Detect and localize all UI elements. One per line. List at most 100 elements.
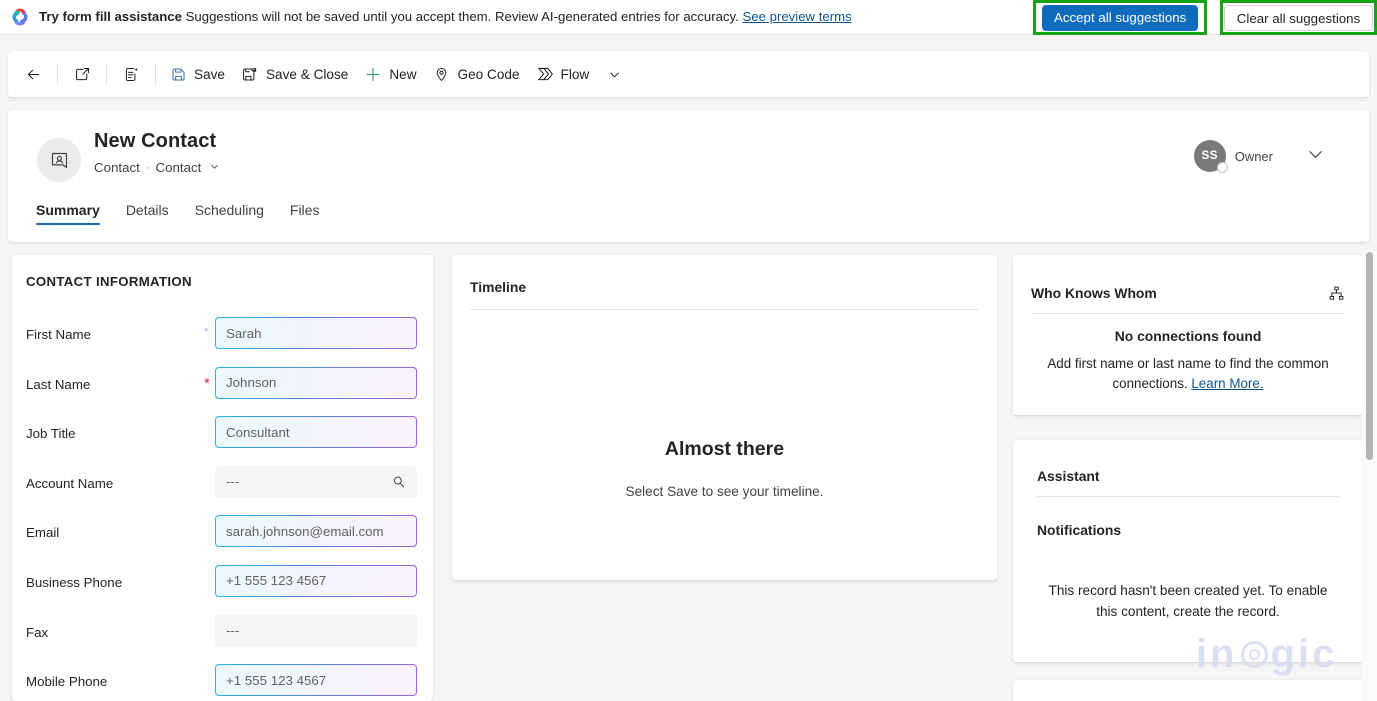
form-fill-assist-button[interactable]	[112, 58, 150, 90]
field-row-last-name: Last Name * Johnson	[12, 363, 433, 413]
save-and-close-label: Save & Close	[265, 66, 349, 82]
command-bar: Save Save & Close New Geo Code Flow	[8, 51, 1369, 97]
command-divider-1	[57, 64, 58, 84]
assistant-notifications-heading: Notifications	[1037, 522, 1122, 538]
timeline-empty-title: Almost there	[664, 438, 785, 460]
flow-button[interactable]: Flow	[528, 58, 598, 90]
last-name-label: Last Name	[26, 376, 91, 392]
open-in-new-window-button[interactable]	[63, 58, 101, 90]
owner-field[interactable]: SS Owner	[1193, 140, 1273, 173]
chevron-down-icon	[1306, 144, 1325, 168]
who-knows-whom-divider	[1031, 313, 1345, 314]
account-name-input[interactable]: ---	[215, 465, 417, 498]
business-phone-label: Business Phone	[26, 574, 123, 590]
field-list: First Name * Sarah Last Name * Johnson J…	[12, 313, 433, 701]
last-name-value: Johnson	[226, 375, 277, 391]
clear-all-suggestions-highlight: Clear all suggestions	[1220, 0, 1377, 35]
contact-information-section: CONTACT INFORMATION First Name * Sarah L…	[12, 255, 433, 701]
first-name-required-indicator: *	[204, 326, 209, 338]
header-collapse-button[interactable]	[1301, 142, 1329, 170]
email-value: sarah.johnson@email.com	[226, 523, 384, 539]
plus-icon	[364, 65, 382, 83]
page-title: New Contact	[94, 130, 217, 152]
email-label: Email	[26, 525, 60, 541]
geo-code-label: Geo Code	[457, 66, 520, 82]
flow-icon	[536, 65, 554, 83]
timeline-empty-subtitle: Select Save to see your timeline.	[625, 484, 824, 499]
learn-more-link[interactable]: Learn More.	[1191, 376, 1263, 391]
save-icon	[169, 65, 187, 83]
field-row-job-title: Job Title Consultant	[12, 412, 433, 462]
fax-value: ---	[226, 623, 240, 639]
tab-files[interactable]: Files	[277, 198, 333, 228]
last-name-input[interactable]: Johnson	[215, 367, 417, 399]
back-button[interactable]	[14, 58, 52, 90]
field-row-email: Email sarah.johnson@email.com	[12, 511, 433, 561]
avatar	[37, 138, 81, 182]
geo-code-button[interactable]: Geo Code	[425, 58, 528, 90]
owner-avatar: SS	[1193, 140, 1228, 173]
breadcrumb: Contact · Contact	[94, 160, 220, 175]
timeline-panel: Timeline Almost there Select Save to see…	[452, 255, 997, 580]
form-fill-assist-icon	[122, 65, 140, 83]
job-title-label: Job Title	[26, 426, 76, 442]
breadcrumb-entity: Contact	[94, 160, 140, 175]
clear-all-suggestions-button[interactable]: Clear all suggestions	[1223, 4, 1374, 31]
account-name-label: Account Name	[26, 475, 114, 491]
first-name-value: Sarah	[226, 325, 262, 341]
new-label: New	[389, 66, 417, 82]
field-row-business-phone: Business Phone +1 555 123 4567	[12, 561, 433, 611]
tab-summary-label: Summary	[36, 202, 100, 218]
account-name-value: ---	[226, 474, 240, 490]
tab-details[interactable]: Details	[113, 198, 182, 228]
breadcrumb-separator: ·	[145, 161, 150, 174]
owner-initials: SS	[1201, 150, 1218, 162]
search-icon[interactable]	[391, 474, 407, 490]
fax-label: Fax	[26, 624, 49, 640]
back-arrow-icon	[24, 65, 42, 83]
banner-message: Try form fill assistance Suggestions wil…	[39, 10, 852, 23]
field-row-account-name: Account Name ---	[12, 462, 433, 512]
mobile-phone-value: +1 555 123 4567	[226, 672, 327, 688]
mobile-phone-input[interactable]: +1 555 123 4567	[215, 664, 417, 696]
breadcrumb-form[interactable]: Contact	[156, 160, 202, 175]
who-knows-whom-empty-text: Add first name or last name to find the …	[1033, 354, 1343, 394]
save-and-close-button[interactable]: Save & Close	[233, 58, 356, 90]
job-title-input[interactable]: Consultant	[215, 416, 417, 448]
form-tabs: Summary Details Scheduling Files	[36, 198, 332, 228]
command-overflow-button[interactable]	[597, 58, 631, 90]
business-phone-input[interactable]: +1 555 123 4567	[215, 565, 417, 597]
assistant-title: Assistant	[1037, 468, 1100, 484]
email-field[interactable]: sarah.johnson@email.com	[215, 515, 417, 547]
org-hierarchy-icon[interactable]	[1328, 285, 1345, 302]
presence-indicator-icon	[1216, 162, 1228, 173]
tab-details-label: Details	[125, 202, 169, 218]
banner-title: Try form fill assistance	[39, 9, 182, 25]
chevron-down-icon	[605, 65, 623, 83]
owner-label: Owner	[1234, 148, 1273, 164]
first-name-input[interactable]: Sarah	[215, 317, 417, 349]
new-button[interactable]: New	[356, 58, 424, 90]
contact-form-page: Try form fill assistance Suggestions wil…	[0, 0, 1377, 701]
fax-input[interactable]: ---	[215, 614, 417, 647]
field-row-fax: Fax ---	[12, 611, 433, 661]
field-row-first-name: First Name * Sarah	[12, 313, 433, 363]
who-knows-whom-empty-title: No connections found	[1114, 328, 1262, 344]
save-button[interactable]: Save	[161, 58, 233, 90]
location-pin-icon	[433, 65, 451, 83]
section-header: CONTACT INFORMATION	[26, 274, 192, 289]
first-name-label: First Name	[26, 327, 92, 342]
mobile-phone-label: Mobile Phone	[26, 674, 108, 690]
main-scrollbar-thumb[interactable]	[1366, 252, 1373, 460]
tab-scheduling[interactable]: Scheduling	[182, 198, 277, 228]
accept-all-suggestions-button[interactable]: Accept all suggestions	[1042, 4, 1199, 31]
last-name-required-indicator: *	[204, 374, 210, 392]
timeline-divider	[470, 309, 979, 310]
command-divider-3	[155, 64, 156, 84]
assistant-panel: Assistant Notifications This record hasn…	[1013, 440, 1363, 662]
form-selector-chevron-down-icon[interactable]	[209, 161, 220, 174]
field-row-mobile-phone: Mobile Phone +1 555 123 4567	[12, 660, 433, 701]
tab-summary[interactable]: Summary	[36, 198, 113, 228]
form-body: CONTACT INFORMATION First Name * Sarah L…	[0, 250, 1377, 701]
see-preview-terms-link[interactable]: See preview terms	[742, 9, 851, 24]
